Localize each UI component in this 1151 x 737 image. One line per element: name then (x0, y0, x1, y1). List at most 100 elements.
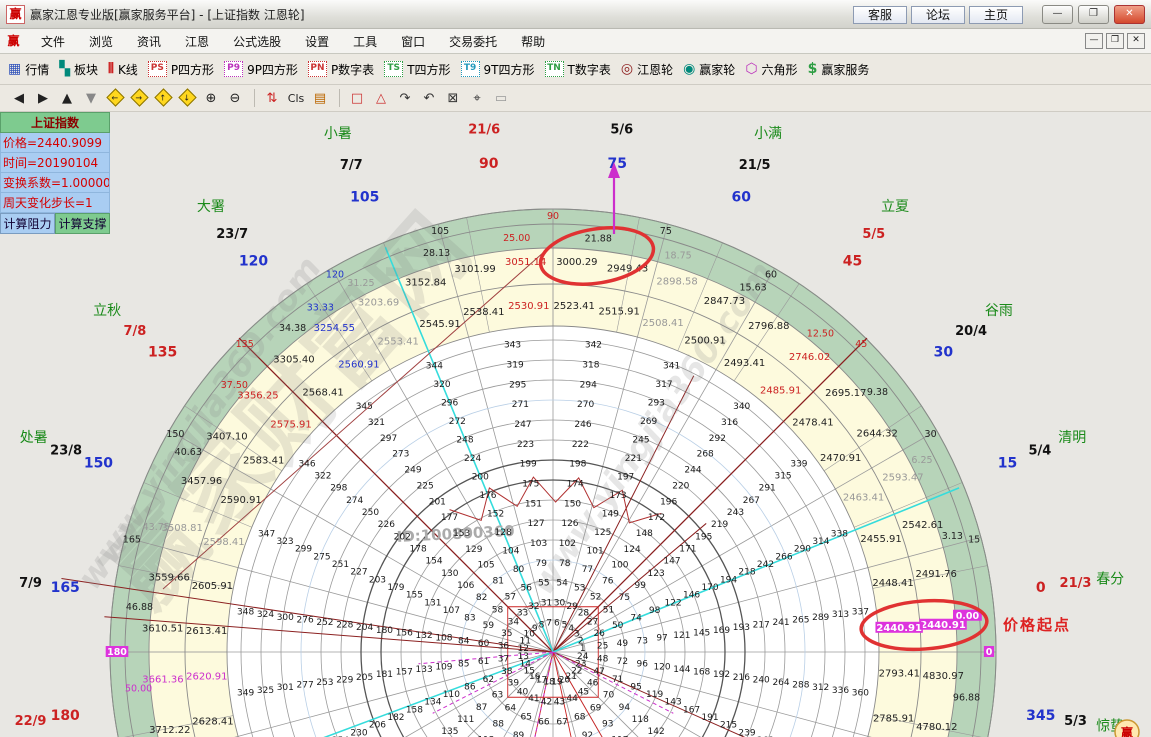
toolbar-item-blocks[interactable]: ▚ 板块 (59, 61, 98, 78)
spiral-number: 8 (539, 620, 545, 630)
spiral-number: 77 (582, 565, 593, 575)
outer-degree-label: 75 (607, 156, 626, 172)
wheel-ring-value: 2628.41 (192, 716, 233, 727)
spiral-number: 200 (472, 472, 489, 482)
menu-item-6[interactable]: 工具 (341, 31, 389, 52)
toolbar-item-tn[interactable]: TN T数字表 (544, 61, 611, 78)
boxed-x-icon[interactable]: ⊠ (442, 91, 464, 106)
wheel-ring-value: 2470.91 (820, 453, 861, 464)
toolbar-item-gann-wheel[interactable]: ◎ 江恩轮 (621, 61, 673, 78)
mdi-button-1[interactable]: ❐ (1106, 33, 1124, 49)
cls-button[interactable]: Cls (285, 92, 307, 105)
wheel-ring-value: 15.63 (739, 282, 766, 293)
wheel-ring-value: 3457.96 (181, 476, 222, 487)
titlebar-button-2[interactable]: 主页 (968, 5, 1023, 24)
zoom-out-icon[interactable]: ⊖ (224, 91, 246, 106)
spiral-number: 36 (498, 641, 510, 651)
menu-item-1[interactable]: 浏览 (77, 31, 125, 52)
up-icon[interactable]: ▲ (56, 91, 78, 106)
menu-item-3[interactable]: 江恩 (173, 31, 221, 52)
spiral-number: 44 (566, 694, 578, 704)
diamond-left-icon[interactable]: ← (104, 88, 126, 107)
close-button[interactable]: ✕ (1114, 4, 1145, 24)
menu-item-9[interactable]: 帮助 (509, 31, 557, 52)
diamond-right-icon[interactable]: → (128, 88, 150, 107)
wheel-ring-value: 135 (236, 339, 254, 350)
mdi-button-2[interactable]: ✕ (1127, 33, 1145, 49)
spiral-number: 34 (508, 618, 520, 628)
down-icon[interactable]: ▼ (80, 91, 102, 106)
calc-support-button[interactable]: 计算支撑 (55, 213, 110, 234)
wheel-highlight-value: 180 (107, 647, 127, 658)
outer-date-label: 5/6 (610, 123, 633, 138)
wheel-ring-value: 12.50 (807, 329, 834, 340)
menu-item-0[interactable]: 文件 (29, 31, 77, 52)
toolbar-item-hexagon[interactable]: ⬡ 六角形 (745, 61, 797, 78)
toolbar-item-grid[interactable]: ▦ 行情 (8, 61, 49, 78)
triangle-tool-icon[interactable]: △ (370, 91, 392, 106)
diamond-down-icon[interactable]: ↓ (176, 88, 198, 107)
spiral-number: 143 (665, 698, 682, 708)
spiral-number: 131 (424, 598, 441, 608)
next-icon[interactable]: ▶ (32, 91, 54, 106)
title-bar: 赢 赢家江恩专业版[赢家服务平台] - [上证指数 江恩轮] 客服 论坛 主页 — … (0, 0, 1151, 29)
calc-resistance-button[interactable]: 计算阻力 (0, 213, 55, 234)
spiral-number: 88 (492, 719, 504, 729)
diamond-up-icon[interactable]: ↑ (152, 88, 174, 107)
restore-button[interactable]: ❐ (1078, 4, 1109, 24)
wheel-ring-value: 2583.41 (243, 456, 284, 467)
square-tool-icon[interactable]: □ (346, 91, 368, 106)
spiral-number: 105 (477, 561, 494, 571)
menu-item-5[interactable]: 设置 (293, 31, 341, 52)
titlebar-button-0[interactable]: 客服 (852, 5, 907, 24)
spiral-number: 337 (852, 608, 869, 618)
price-start-label: 价格起点 (1003, 616, 1071, 634)
spiral-number: 24 (577, 652, 589, 662)
spiral-number: 316 (721, 418, 738, 428)
spiral-number: 3 (574, 630, 580, 640)
spiral-number: 289 (812, 613, 829, 623)
minimize-button[interactable]: — (1042, 4, 1073, 24)
updown-icon[interactable]: ⇅ (261, 91, 283, 106)
kline-icon: ⫴ (108, 61, 114, 77)
toolbar-item-p9[interactable]: P9 9P四方形 (224, 61, 298, 78)
wheel-ring-value: 2847.73 (704, 296, 745, 307)
spiral-number: 40 (517, 688, 529, 698)
toolbar-item-ps[interactable]: PS P四方形 (147, 61, 215, 78)
spiral-number: 130 (441, 569, 458, 579)
rotate-ccw-icon[interactable]: ↶ (418, 91, 440, 106)
toolbar-item-kline[interactable]: ⫴ K线 (108, 61, 138, 78)
spiral-number: 240 (753, 675, 770, 685)
wheel-ring-value: 150 (166, 429, 184, 440)
prev-icon[interactable]: ◀ (8, 91, 30, 106)
menu-item-8[interactable]: 交易委托 (437, 31, 509, 52)
toolbar-item-label: P四方形 (170, 62, 215, 77)
solar-term-label: 处暑 (20, 430, 48, 446)
screen-icon[interactable]: ▭ (490, 91, 512, 106)
spiral-number: 246 (574, 420, 591, 430)
spiral-number: 272 (449, 417, 466, 427)
zoom-in-icon[interactable]: ⊕ (200, 91, 222, 106)
spiral-number: 225 (417, 481, 434, 491)
grid-icon: ▦ (8, 61, 22, 77)
toolbar-item-winner-wheel[interactable]: ◉ 赢家轮 (683, 61, 735, 78)
titlebar-button-1[interactable]: 论坛 (910, 5, 965, 24)
spiral-number: 319 (507, 360, 524, 370)
toolbar-item-pn[interactable]: PN P数字表 (307, 61, 374, 78)
toolbar-item-ts[interactable]: TS T四方形 (384, 61, 451, 78)
mdi-button-0[interactable]: — (1085, 33, 1103, 49)
spiral-number: 118 (632, 715, 649, 725)
spiral-number: 89 (513, 731, 525, 737)
spiral-number: 343 (504, 341, 521, 351)
calendar-icon[interactable]: ▤ (309, 91, 331, 106)
menu-item-2[interactable]: 资讯 (125, 31, 173, 52)
gann-wheel-chart[interactable]: 赢家财富网www.yingjia360.com www.yingjia360.co… (0, 112, 1151, 737)
spiral-number: 228 (336, 621, 353, 631)
toolbar-item-t9[interactable]: T9 9T四方形 (460, 61, 535, 78)
menu-item-4[interactable]: 公式选股 (221, 31, 293, 52)
menu-item-7[interactable]: 窗口 (389, 31, 437, 52)
toolbar-item-service[interactable]: $ 赢家服务 (808, 61, 870, 78)
center-mark-icon[interactable]: ⌖ (466, 91, 488, 106)
spiral-number: 100 (611, 561, 628, 571)
rotate-cw-icon[interactable]: ↷ (394, 91, 416, 106)
